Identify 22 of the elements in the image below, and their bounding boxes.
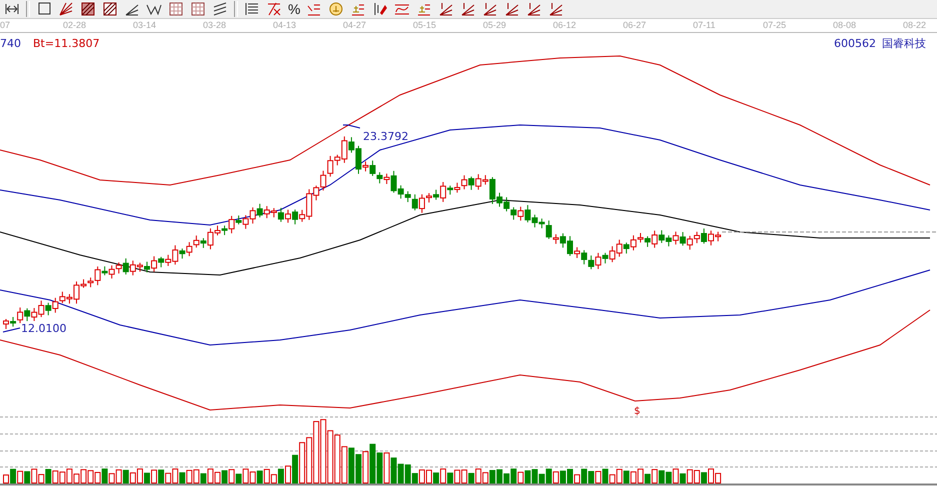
date-label: 05-15 (413, 19, 438, 32)
stock-code: 600562 (834, 37, 876, 50)
date-label: 04-27 (343, 19, 368, 32)
percent-button[interactable]: % (288, 1, 300, 17)
stock-name: 国睿科技 (882, 37, 926, 50)
date-label: 07-11 (693, 19, 716, 32)
date-label: 07-25 (763, 19, 788, 32)
high-price-label: 23.3792 (363, 130, 408, 143)
date-label: 07 (0, 19, 12, 32)
date-label: 03-28 (203, 19, 228, 32)
indicator-reading: Bt=11.3807 (33, 37, 100, 50)
date-label: 08-08 (833, 19, 858, 32)
date-label: 08-22 (903, 19, 928, 32)
indicator-value: 740 (0, 37, 21, 50)
date-label: 06-12 (553, 19, 578, 32)
low-price-label: 12.0100 (21, 322, 66, 335)
date-label: 05-29 (483, 19, 508, 32)
date-label: 04-13 (273, 19, 298, 32)
date-label: 02-28 (63, 19, 88, 32)
date-label: 06-27 (623, 19, 648, 32)
dollar-marker: $ (634, 406, 640, 417)
date-label: 03-14 (133, 19, 158, 32)
